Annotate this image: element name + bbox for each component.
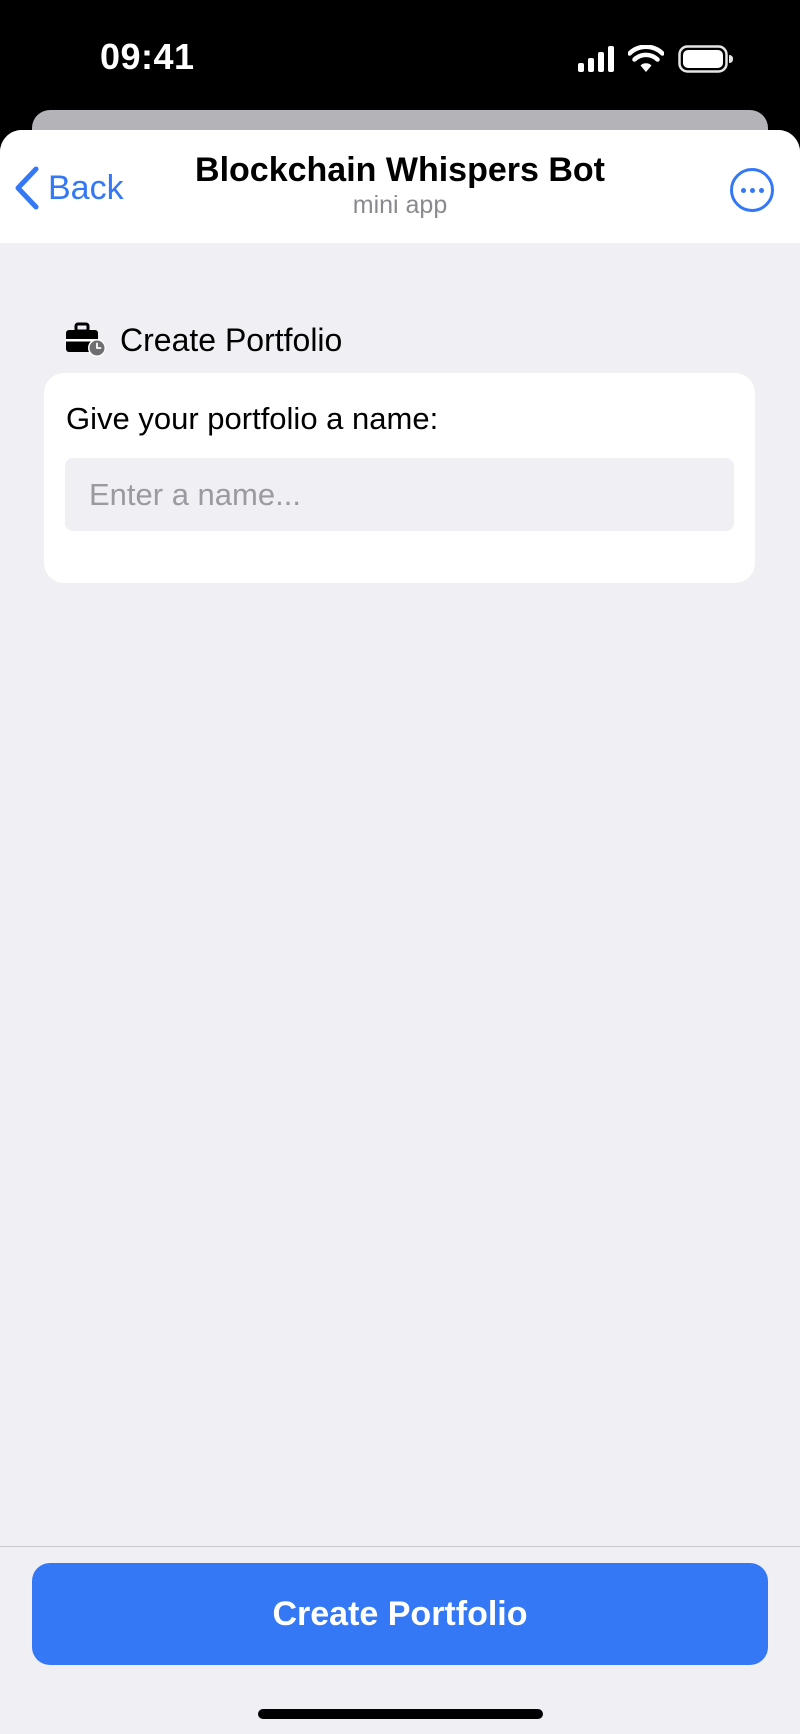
home-indicator	[258, 1709, 543, 1719]
more-options-button[interactable]	[730, 168, 774, 212]
navigation-header: Back Blockchain Whispers Bot mini app	[0, 130, 800, 243]
mini-app-panel: Back Blockchain Whispers Bot mini app Cr…	[0, 130, 800, 1734]
ellipsis-circle-icon	[740, 187, 746, 193]
battery-icon	[678, 45, 733, 73]
status-time: 09:41	[100, 36, 195, 77]
create-portfolio-button[interactable]: Create Portfolio	[32, 1563, 768, 1665]
portfolio-name-input[interactable]	[65, 458, 734, 531]
page-title: Blockchain Whispers Bot	[195, 151, 605, 189]
status-bar: 09:41	[0, 0, 800, 110]
bottom-divider	[0, 1546, 800, 1547]
portfolio-name-label: Give your portfolio a name:	[66, 401, 439, 436]
briefcase-clock-icon	[66, 322, 106, 357]
page-subtitle: mini app	[352, 191, 448, 219]
section-title: Create Portfolio	[120, 321, 343, 358]
back-button[interactable]: Back	[14, 164, 124, 212]
section-heading: Create Portfolio	[64, 318, 342, 362]
back-label: Back	[48, 168, 124, 207]
chevron-left-icon	[15, 166, 39, 210]
status-icons	[578, 44, 734, 74]
wifi-icon	[628, 45, 664, 72]
cellular-signal-icon	[578, 46, 614, 72]
header-title-block: Blockchain Whispers Bot mini app	[150, 150, 650, 220]
portfolio-name-card: Give your portfolio a name:	[44, 373, 755, 583]
